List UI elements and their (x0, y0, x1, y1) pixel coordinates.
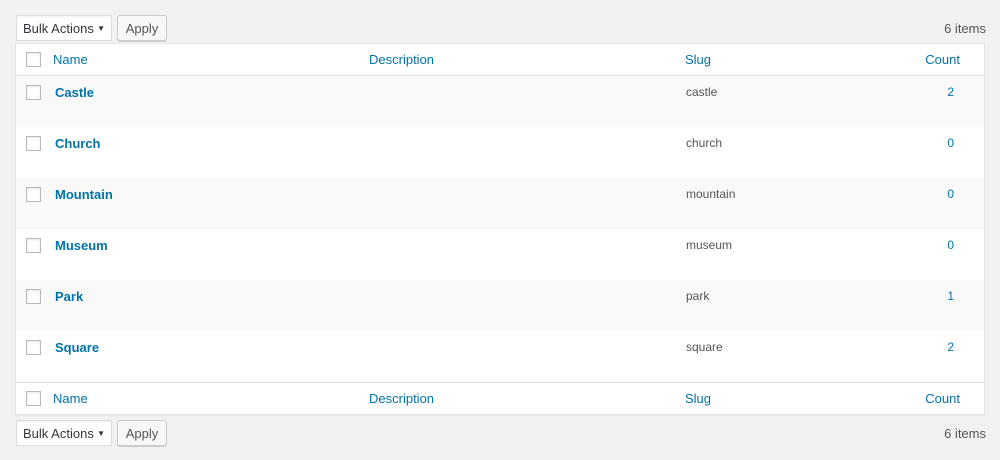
tablenav-top: Bulk Actions ▼ Apply 6 items (16, 15, 986, 41)
term-name-link[interactable]: Square (55, 340, 99, 355)
row-checkbox[interactable] (26, 136, 41, 151)
tags-table: Name Description Slug Count Castle castl… (15, 43, 985, 415)
term-slug: mountain (686, 187, 736, 201)
table-row: Church church 0 (16, 127, 984, 178)
column-header-count[interactable]: Count (925, 52, 960, 67)
term-slug: park (686, 289, 710, 303)
table-footer: Name Description Slug Count (16, 382, 984, 414)
tablenav-bottom: Bulk Actions ▼ Apply 6 items (16, 420, 986, 446)
bulk-actions-select[interactable]: Bulk Actions ▼ (16, 15, 112, 41)
dropdown-caret-icon: ▼ (97, 429, 105, 438)
table-row: Mountain mountain 0 (16, 178, 984, 229)
row-checkbox[interactable] (26, 289, 41, 304)
row-checkbox[interactable] (26, 85, 41, 100)
term-slug: castle (686, 85, 718, 99)
column-footer-name[interactable]: Name (53, 391, 88, 406)
select-all-checkbox[interactable] (26, 52, 41, 67)
select-all-checkbox-footer[interactable] (26, 391, 41, 406)
term-count-link[interactable]: 0 (947, 187, 954, 201)
items-count: 6 items (944, 425, 986, 441)
row-checkbox[interactable] (26, 238, 41, 253)
table-header: Name Description Slug Count (16, 44, 984, 76)
term-count-link[interactable]: 1 (947, 289, 954, 303)
column-header-slug[interactable]: Slug (685, 52, 711, 67)
term-name-link[interactable]: Castle (55, 85, 94, 100)
bulk-actions-label: Bulk Actions (23, 425, 94, 441)
table-row: Castle castle 2 (16, 76, 984, 127)
apply-button[interactable]: Apply (117, 420, 167, 446)
column-footer-count[interactable]: Count (925, 391, 960, 406)
dropdown-caret-icon: ▼ (97, 24, 105, 33)
term-count-link[interactable]: 0 (947, 136, 954, 150)
term-slug: square (686, 340, 723, 354)
term-name-link[interactable]: Museum (55, 238, 108, 253)
items-count: 6 items (944, 20, 986, 36)
column-footer-slug[interactable]: Slug (685, 391, 711, 406)
row-checkbox[interactable] (26, 187, 41, 202)
term-count-link[interactable]: 0 (947, 238, 954, 252)
table-row: Square square 2 (16, 331, 984, 382)
table-row: Museum museum 0 (16, 229, 984, 280)
apply-button[interactable]: Apply (117, 15, 167, 41)
term-slug: museum (686, 238, 733, 252)
column-header-name[interactable]: Name (53, 52, 88, 67)
term-slug: church (686, 136, 723, 150)
row-checkbox[interactable] (26, 340, 41, 355)
term-count-link[interactable]: 2 (947, 340, 954, 354)
term-name-link[interactable]: Church (55, 136, 101, 151)
term-count-link[interactable]: 2 (947, 85, 954, 99)
table-row: Park park 1 (16, 280, 984, 331)
column-header-description[interactable]: Description (369, 52, 434, 67)
term-name-link[interactable]: Park (55, 289, 83, 304)
bulk-actions-label: Bulk Actions (23, 20, 94, 36)
term-name-link[interactable]: Mountain (55, 187, 113, 202)
column-footer-description[interactable]: Description (369, 391, 434, 406)
bulk-actions-select[interactable]: Bulk Actions ▼ (16, 420, 112, 446)
